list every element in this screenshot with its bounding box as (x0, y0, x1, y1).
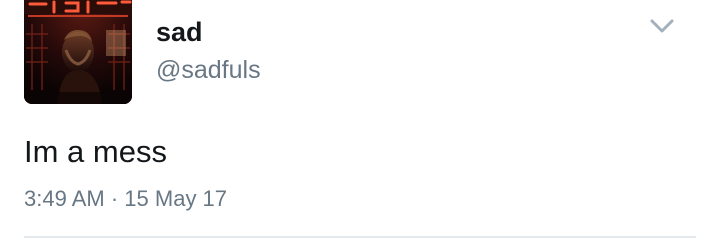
tweet-date: 15 May 17 (124, 186, 228, 211)
chevron-down-icon[interactable] (646, 10, 678, 42)
user-handle[interactable]: @sadfuls (156, 52, 261, 88)
tweet-time: 3:49 AM (24, 186, 105, 211)
tweet-card: sad @sadfuls Im a mess 3:49 AM · 15 May … (0, 0, 720, 240)
meta-separator: · (110, 186, 119, 211)
avatar[interactable] (24, 0, 132, 104)
divider (24, 236, 696, 238)
tweet-text: Im a mess (24, 134, 167, 169)
display-name[interactable]: sad (156, 14, 203, 50)
avatar-image (24, 0, 132, 104)
tweet-timestamp[interactable]: 3:49 AM · 15 May 17 (24, 183, 227, 215)
